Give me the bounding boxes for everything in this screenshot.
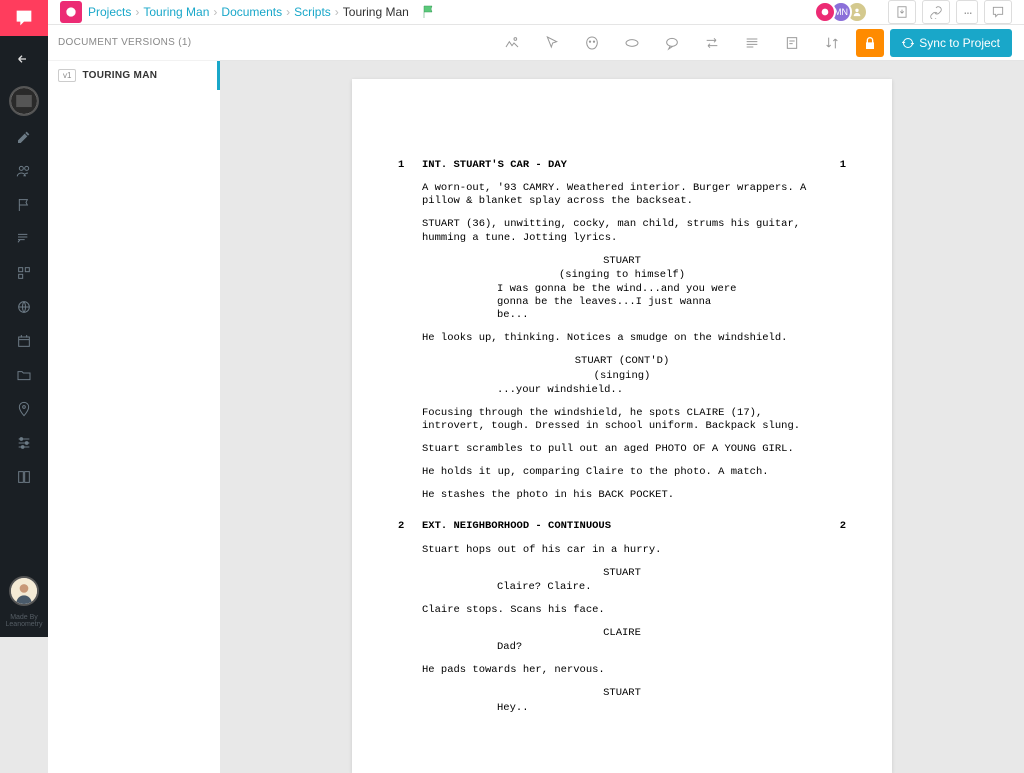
action-line[interactable]: A worn-out, '93 CAMRY. Weathered interio… (422, 182, 822, 208)
lock-button[interactable] (856, 29, 884, 57)
character-name[interactable]: CLAIRE (422, 627, 822, 640)
note-icon[interactable] (772, 25, 812, 61)
folder-icon[interactable] (0, 358, 48, 392)
version-item[interactable]: v1 TOURING MAN (48, 61, 220, 90)
status-flag-icon[interactable] (421, 4, 437, 20)
export-button[interactable] (888, 0, 916, 24)
action-line[interactable]: Stuart hops out of his car in a hurry. (422, 544, 822, 557)
people-icon[interactable] (0, 154, 48, 188)
versions-header: DOCUMENT VERSIONS (1) (48, 25, 220, 61)
collaborator-chips[interactable]: MN (820, 1, 868, 23)
chat-lines-icon[interactable] (0, 222, 48, 256)
action-line[interactable]: Focusing through the windshield, he spot… (422, 407, 822, 433)
action-line[interactable]: Stuart scrambles to pull out an aged PHO… (422, 443, 822, 456)
brand-chip[interactable] (60, 1, 82, 23)
character-name[interactable]: STUART (CONT'D) (422, 355, 822, 368)
user-avatar[interactable] (9, 576, 39, 606)
crumb-scripts[interactable]: Scripts (294, 5, 331, 19)
globe-icon[interactable] (0, 290, 48, 324)
action-line[interactable]: Claire stops. Scans his face. (422, 604, 822, 617)
location-icon[interactable] (0, 392, 48, 426)
cursor-icon[interactable] (532, 25, 572, 61)
chevron-right-icon: › (286, 5, 290, 19)
link-button[interactable] (922, 0, 950, 24)
crumb-projects[interactable]: Projects (88, 5, 131, 19)
character-name[interactable]: STUART (422, 567, 822, 580)
book-icon[interactable] (0, 460, 48, 494)
action-line[interactable]: STUART (36), unwitting, cocky, man child… (422, 218, 822, 244)
character-name[interactable]: STUART (422, 687, 822, 700)
dialogue-line[interactable]: I was gonna be the wind...and you were g… (497, 283, 747, 322)
image-icon[interactable] (492, 25, 532, 61)
comment-icon[interactable] (652, 25, 692, 61)
sync-label: Sync to Project (919, 36, 1000, 50)
scene-heading[interactable]: 1INT. STUART'S CAR - DAY1 (398, 159, 846, 172)
dialogue-line[interactable]: Claire? Claire. (497, 581, 747, 594)
dialogue-line[interactable]: Dad? (497, 641, 747, 654)
comments-button[interactable] (984, 0, 1012, 24)
action-line[interactable]: He looks up, thinking. Notices a smudge … (422, 332, 822, 345)
script-page[interactable]: 1INT. STUART'S CAR - DAY1 A worn-out, '93… (352, 79, 892, 773)
version-badge: v1 (58, 69, 76, 82)
app-header: Projects › Touring Man › Documents › Scr… (48, 0, 1024, 25)
chevron-right-icon: › (135, 5, 139, 19)
chevron-right-icon: › (213, 5, 217, 19)
versions-panel: DOCUMENT VERSIONS (1) v1 TOURING MAN (48, 25, 220, 773)
nav-rail: Made ByLeanometry (0, 0, 48, 637)
sliders-icon[interactable] (0, 426, 48, 460)
swap-icon[interactable] (692, 25, 732, 61)
scene-heading[interactable]: 2EXT. NEIGHBORHOOD - CONTINUOUS2 (398, 520, 846, 533)
mask-icon[interactable] (572, 25, 612, 61)
action-line[interactable]: He stashes the photo in his BACK POCKET. (422, 489, 822, 502)
breadcrumb: Projects › Touring Man › Documents › Scr… (88, 5, 409, 19)
more-button[interactable]: ··· (956, 0, 978, 24)
align-icon[interactable] (732, 25, 772, 61)
character-name[interactable]: STUART (422, 255, 822, 268)
action-line[interactable]: He holds it up, comparing Claire to the … (422, 466, 822, 479)
dialogue-line[interactable]: Hey.. (497, 702, 747, 715)
user-chip-1[interactable] (814, 1, 836, 23)
version-name: TOURING MAN (82, 70, 157, 81)
edit-icon[interactable] (0, 120, 48, 154)
crumb-documents[interactable]: Documents (221, 5, 282, 19)
parenthetical[interactable]: (singing to himself) (422, 269, 822, 282)
action-line[interactable]: He pads towards her, nervous. (422, 664, 822, 677)
calendar-icon[interactable] (0, 324, 48, 358)
back-arrow-icon[interactable] (0, 42, 48, 76)
puzzle-icon[interactable] (0, 256, 48, 290)
loop-icon[interactable] (612, 25, 652, 61)
sort-icon[interactable] (812, 25, 852, 61)
flag-icon[interactable] (0, 188, 48, 222)
parenthetical[interactable]: (singing) (422, 370, 822, 383)
project-thumbnail[interactable] (9, 86, 39, 116)
editor-toolbar: Sync to Project (220, 25, 1024, 61)
crumb-current: Touring Man (343, 5, 409, 19)
chevron-right-icon: › (335, 5, 339, 19)
crumb-project[interactable]: Touring Man (143, 5, 209, 19)
sync-button[interactable]: Sync to Project (890, 29, 1012, 57)
dialogue-line[interactable]: ...your windshield.. (497, 384, 747, 397)
footer-credit: Made ByLeanometry (6, 610, 43, 633)
app-logo[interactable] (0, 0, 48, 36)
